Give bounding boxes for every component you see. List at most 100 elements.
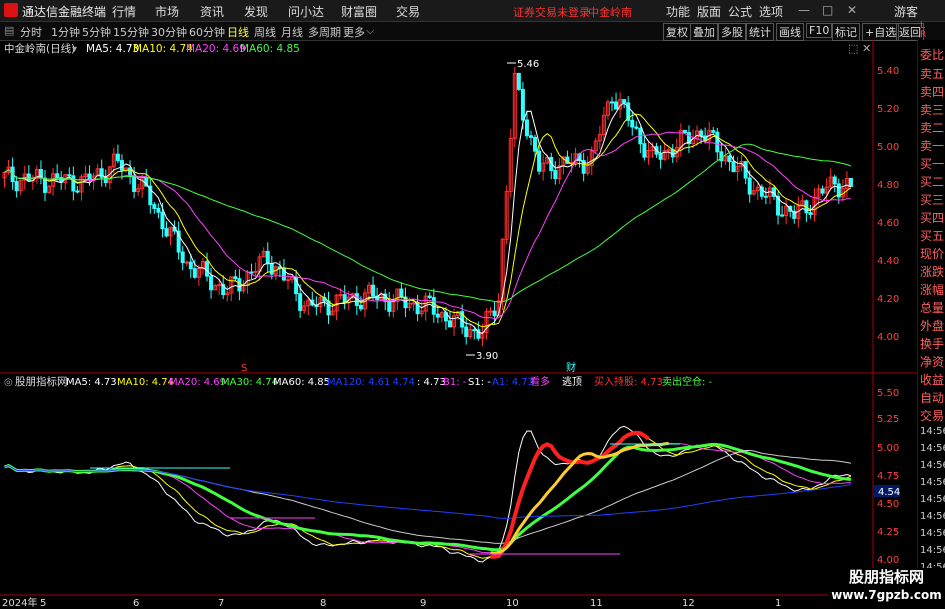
menu-wenxiaoda[interactable]: 问小达 (288, 3, 324, 20)
sidebar-sell3[interactable]: 卖三 (920, 101, 944, 118)
candle-body (634, 126, 639, 129)
time-tick: 1 (775, 598, 781, 609)
chevron-down-icon[interactable]: ⌵ (366, 24, 374, 38)
candle-body (614, 101, 619, 110)
kline-chart[interactable]: 中金岭南(日线) ▾ MA5: 4.73 MA10: 4.74 MA20: 4.… (0, 40, 917, 609)
sidebar-sell5[interactable]: 卖五 (920, 65, 944, 82)
tick-time: 14:56 (920, 528, 945, 539)
menu-jiaoyi[interactable]: 交易 (396, 3, 420, 20)
sidebar-outer[interactable]: 外盘 (920, 317, 944, 334)
right-corner-icon[interactable]: LR (920, 22, 926, 40)
menu-gongneng[interactable]: 功能 (666, 3, 690, 20)
sidebar-sell1[interactable]: 卖一 (920, 137, 944, 154)
biaoji-button[interactable]: 标记 (832, 23, 860, 41)
price-tick: 5.00 (877, 142, 899, 153)
menu-banmian[interactable]: 版面 (697, 3, 721, 20)
sub-legend-item: MA5: 4.73 (66, 377, 117, 388)
ma-line (4, 113, 852, 328)
sub-legend-item: MA30: 4.74 (221, 377, 278, 388)
candle-body (411, 302, 416, 305)
sidebar-sell4[interactable]: 卖四 (920, 83, 944, 100)
period-monthly[interactable]: 月线 (281, 24, 303, 40)
menu-xuanxiang[interactable]: 选项 (759, 3, 783, 20)
user-label[interactable]: 游客 (894, 3, 918, 20)
menu-gongshi[interactable]: 公式 (728, 3, 752, 20)
sidebar-buy3[interactable]: 买三 (920, 191, 944, 208)
sidebar-auto[interactable]: 自动 (920, 389, 944, 406)
app-logo-icon (4, 3, 18, 17)
menu-faxian[interactable]: 发现 (244, 3, 268, 20)
period-more[interactable]: 更多 (343, 24, 365, 40)
signal-s-marker[interactable]: S (241, 363, 247, 374)
candle-body (387, 300, 392, 312)
quote-sidebar: 委比 卖五 卖四 卖三 卖二 卖一 买一 买二 买三 买四 买五 现价 涨跌 涨… (917, 40, 945, 609)
period-weekly[interactable]: 周线 (254, 24, 276, 40)
menu-hangqing[interactable]: 行情 (112, 3, 136, 20)
sidebar-buy5[interactable]: 买五 (920, 227, 944, 244)
candle-body (715, 131, 720, 153)
time-tick: 11 (590, 598, 603, 609)
sub-price-tick: 5.00 (877, 443, 899, 454)
time-tick: 2024年 (2, 596, 37, 609)
huaxian-button[interactable]: 画线 (776, 23, 804, 41)
time-tick: 8 (320, 598, 326, 609)
period-1min[interactable]: 1分钟 (51, 24, 80, 40)
menu-shichang[interactable]: 市场 (155, 3, 179, 20)
diejia-button[interactable]: 叠加 (690, 23, 718, 41)
tick-time: 14:56 (920, 545, 945, 556)
ma10-label: MA10: 4.74 (133, 43, 193, 55)
sidebar-buy2[interactable]: 买二 (920, 173, 944, 190)
candle-body (622, 99, 627, 104)
menu-zixun[interactable]: 资讯 (200, 3, 224, 20)
sub-price-tick: 5.50 (877, 388, 899, 399)
f10-button[interactable]: F10 (806, 23, 833, 38)
sidebar-buy1[interactable]: 买一 (920, 155, 944, 172)
sub-legend-item: MA120: 4.61 (327, 377, 390, 388)
sidebar-price[interactable]: 现价 (920, 245, 944, 262)
sidebar-turnover[interactable]: 换手 (920, 335, 944, 352)
app-title: 通达信金融终端 (22, 5, 107, 19)
candle-body (848, 177, 853, 187)
login-warning[interactable]: 证券交易未登录 (513, 4, 590, 20)
main-chart-title: 中金岭南(日线) (4, 42, 75, 55)
menu-caifuquan[interactable]: 财富圈 (341, 3, 377, 20)
candle-body (253, 270, 258, 273)
candle-body (26, 173, 31, 182)
expand-icon[interactable]: ⬚ (848, 42, 858, 55)
sidebar-volume[interactable]: 总量 (920, 299, 944, 316)
candle-body (537, 150, 542, 172)
period-60min[interactable]: 60分钟 (189, 24, 225, 40)
maximize-icon[interactable]: □ (822, 3, 833, 17)
candle-body (427, 295, 432, 299)
period-5min[interactable]: 5分钟 (82, 24, 111, 40)
sidebar-sell2[interactable]: 卖二 (920, 119, 944, 136)
period-15min[interactable]: 15分钟 (113, 24, 149, 40)
minimize-icon[interactable]: — (798, 3, 810, 17)
period-daily[interactable]: 日线 (227, 24, 249, 40)
dropdown-icon[interactable]: ▾ (72, 44, 77, 55)
sidebar-earnings[interactable]: 收益 (920, 371, 944, 388)
duogu-button[interactable]: 多股 (718, 23, 746, 41)
sidebar-change[interactable]: 涨跌 (920, 263, 944, 280)
period-fenshi[interactable]: 分时 (20, 24, 42, 40)
sidebar-netasset[interactable]: 净资 (920, 353, 944, 370)
sidebar-trade[interactable]: 交易 (920, 407, 944, 424)
period-multi[interactable]: 多周期 (308, 24, 341, 40)
sidebar-buy4[interactable]: 买四 (920, 209, 944, 226)
sidebar-change-pct[interactable]: 涨幅 (920, 281, 944, 298)
candle-body (75, 190, 80, 193)
candle-body (326, 300, 331, 316)
fuquan-button[interactable]: 复权 (663, 23, 691, 41)
candle-body (642, 143, 647, 158)
sub-legend-item: B1: - (443, 377, 467, 388)
ma60-label: MA60: 4.85 (240, 43, 300, 55)
list-icon[interactable]: ▤ (4, 24, 14, 37)
finance-marker[interactable]: 财 (566, 361, 576, 374)
sidebar-weibi[interactable]: 委比 (920, 46, 944, 63)
period-30min[interactable]: 30分钟 (151, 24, 187, 40)
main-price-axis: 5.40 5.20 5.00 4.80 4.60 4.40 4.20 4.00 (877, 66, 899, 343)
gear-icon[interactable]: ✕ (862, 42, 871, 55)
close-icon[interactable]: ✕ (847, 3, 857, 17)
add-favorite-button[interactable]: +自选 (862, 23, 900, 41)
tongji-button[interactable]: 统计 (746, 23, 774, 41)
